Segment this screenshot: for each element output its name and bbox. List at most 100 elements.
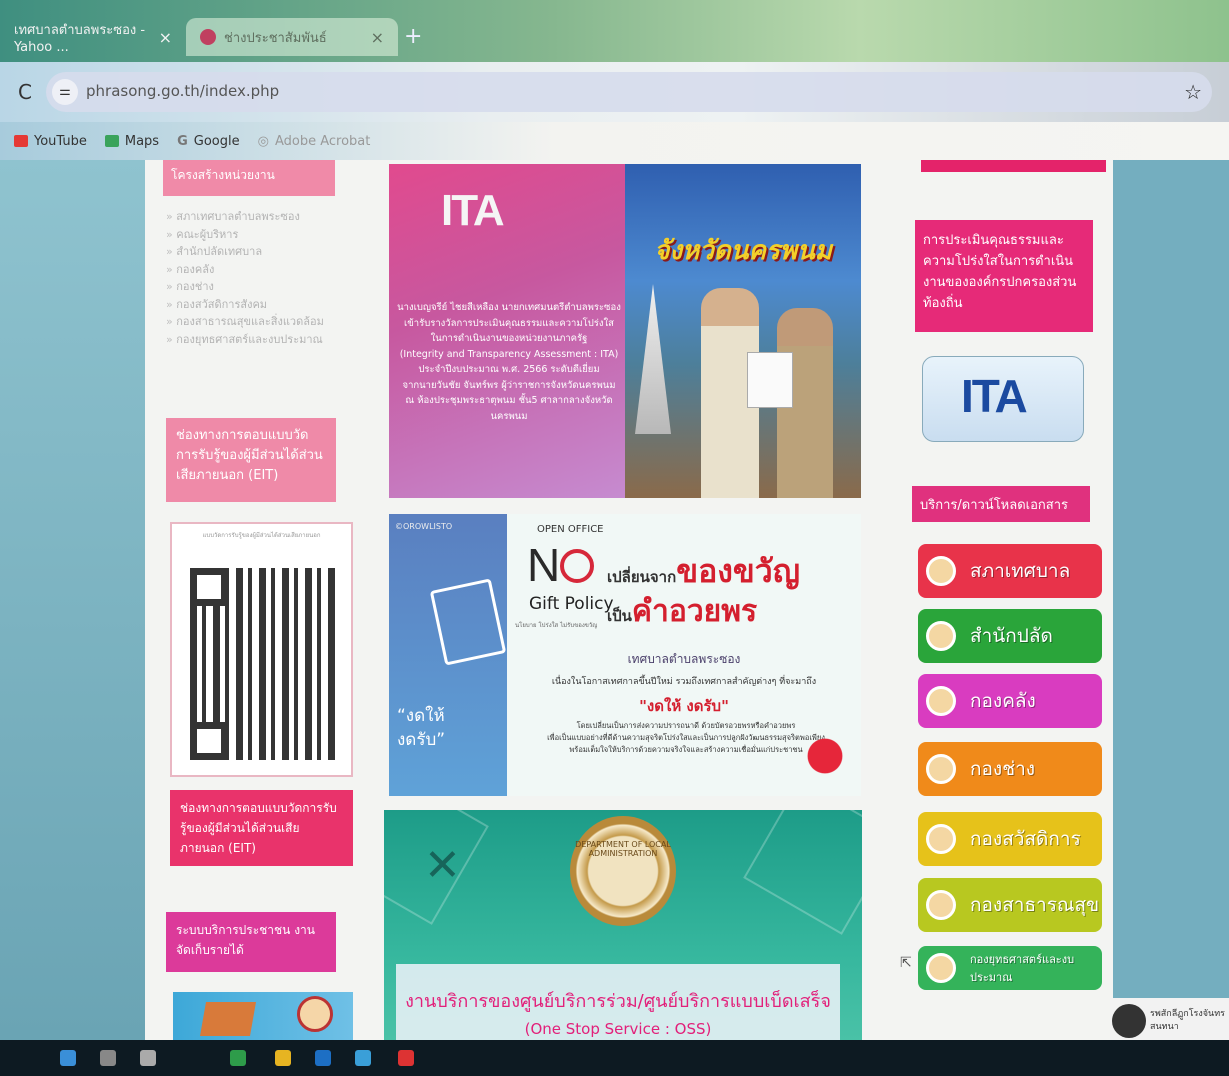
menu-item[interactable]: สำนักปลัดเทศบาล: [166, 243, 338, 261]
button-label: สภาเทศบาล: [970, 560, 1071, 582]
bookmark-google[interactable]: G Google: [177, 134, 240, 149]
council-button[interactable]: สภาเทศบาล: [918, 544, 1102, 598]
province-title: จังหวัดนครพนม: [654, 236, 832, 266]
ita-line: (Integrity and Transparency Assessment :…: [399, 348, 619, 360]
menu-item[interactable]: กองคลัง: [166, 261, 338, 279]
municipality-name: เทศบาลตำบลพระซอง: [627, 652, 741, 666]
no-gift-illustration: ©OROWLISTO “งดให้ งดรับ”: [389, 514, 507, 796]
taskbar-app-icon[interactable]: [355, 1050, 371, 1066]
certificate-image: [747, 352, 793, 408]
seal-icon: [926, 953, 956, 983]
emblem-text: DEPARTMENT OF LOCAL ADMINISTRATION: [575, 840, 671, 858]
ita-banner-text-panel: ITA นางเบญจรีย์ ไชยสีเหลือง นายกเทศมนตรี…: [389, 164, 625, 498]
menu-item[interactable]: กองยุทธศาสตร์และงบประมาณ: [166, 331, 338, 349]
reload-icon[interactable]: C: [18, 80, 32, 104]
quote-line: งดรับ”: [397, 730, 446, 750]
municipal-seal-icon: [297, 996, 333, 1032]
slogan-text: "งดให้ งดรับ": [639, 697, 729, 715]
close-tab-icon[interactable]: ×: [371, 28, 384, 47]
tools-icon: ✕: [424, 840, 461, 891]
ethics-assessment-box[interactable]: การประเมินคุณธรรมและความโปร่งใสในการดำเน…: [915, 220, 1093, 332]
bookmark-label: Google: [193, 133, 240, 149]
taskbar-app-icon[interactable]: [275, 1050, 291, 1066]
tab-yahoo[interactable]: เทศบาลตำบลพระซอง - Yahoo ... ×: [0, 18, 186, 56]
qr-code-image[interactable]: [190, 568, 340, 760]
menu-item[interactable]: กองสาธารณสุขและสิ่งแวดล้อม: [166, 313, 338, 331]
gift-policy-sub: นโยบาย โปร่งใส ไม่รับของขวัญ: [515, 622, 598, 629]
bookmark-youtube[interactable]: YouTube: [14, 134, 87, 149]
ita-award-banner[interactable]: ITA นางเบญจรีย์ ไชยสีเหลือง นายกเทศมนตรี…: [389, 164, 861, 498]
taskbar-app-icon[interactable]: [315, 1050, 331, 1066]
bookmark-star-icon[interactable]: ☆: [1184, 80, 1202, 104]
seal-icon: [926, 824, 956, 854]
ita-line: นางเบญจรีย์ ไชยสีเหลือง นายกเทศมนตรีตำบล…: [397, 302, 621, 313]
occasion-text: เนื่องในโอกาสเทศกาลขึ้นปีใหม่ รวมถึงเทศก…: [551, 677, 817, 687]
button-label: กองสาธารณสุข: [970, 894, 1100, 916]
menu-item[interactable]: กองช่าง: [166, 278, 338, 296]
download-heading: บริการ/ดาวน์โหลดเอกสาร: [912, 486, 1090, 522]
new-tab-button[interactable]: +: [404, 24, 422, 49]
site-info-icon[interactable]: ⚌: [52, 79, 78, 105]
image-credit: ©OROWLISTO: [395, 522, 453, 531]
eit-link-box-2[interactable]: ช่องทางการตอบแบบวัดการรับรู้ของผู้มีส่วน…: [170, 790, 353, 866]
close-tab-icon[interactable]: ×: [159, 28, 172, 47]
ita-line: ณ ห้องประชุมพระธาตุพนม ชั้น5 ศาลากลางจัง…: [405, 395, 613, 422]
no-gift-text-panel: OPEN OFFICE N Gift Policy นโยบาย โปร่งใส…: [507, 514, 861, 796]
taskbar-app-icon[interactable]: [60, 1050, 76, 1066]
engineering-button[interactable]: กองช่าง: [918, 742, 1102, 796]
taskbar-app-icon[interactable]: [140, 1050, 156, 1066]
oss-banner[interactable]: ✕ DEPARTMENT OF LOCAL ADMINISTRATION งาน…: [384, 810, 862, 1050]
hexagon-decoration: [743, 810, 862, 935]
seal-icon: [926, 754, 956, 784]
os-taskbar: [0, 1040, 1229, 1076]
structure-heading: โครงสร้างหน่วยงาน: [163, 160, 335, 196]
eit-qr-card[interactable]: แบบวัดการรับรู้ของผู้มีส่วนได้ส่วนเสียภา…: [170, 522, 353, 777]
seal-icon: [926, 621, 956, 651]
oss-text-panel: งานบริการของศูนย์บริการร่วม/ศูนย์บริการแ…: [396, 964, 840, 1050]
service-banner-image[interactable]: [173, 992, 353, 1040]
button-label: กองยุทธศาสตร์และงบประมาณ: [970, 953, 1075, 984]
bookmark-adobe[interactable]: ◎ Adobe Acrobat: [258, 134, 371, 149]
ita-link-button[interactable]: ITA: [922, 356, 1084, 442]
chat-line: รพสักลีฏูกโรงจันทร: [1150, 1009, 1225, 1019]
bookmark-maps[interactable]: Maps: [104, 134, 159, 149]
welfare-button[interactable]: กองสวัสดิการ: [918, 812, 1102, 866]
strategy-button[interactable]: กองยุทธศาสตร์และงบประมาณ: [918, 946, 1102, 990]
eit-link-box[interactable]: ช่องทางการตอบแบบวัดการรับรู้ของผู้มีส่วน…: [166, 418, 336, 502]
menu-item[interactable]: สภาเทศบาลตำบลพระซอง: [166, 208, 338, 226]
temple-illustration: [635, 284, 671, 434]
no-gift-icon: [560, 549, 595, 583]
taskbar-app-icon[interactable]: [398, 1050, 414, 1066]
seal-icon: [926, 686, 956, 716]
tab-active-site[interactable]: ช่างประชาสัมพันธ์ ×: [186, 18, 398, 56]
ita-line: ประจำปีงบประมาณ พ.ศ. 2566 ระดับดีเยี่ยม: [418, 364, 600, 375]
finance-button[interactable]: กองคลัง: [918, 674, 1102, 728]
office-button[interactable]: สำนักปลัด: [918, 609, 1102, 663]
taskbar-app-icon[interactable]: [230, 1050, 246, 1066]
button-label: กองช่าง: [970, 758, 1036, 780]
no-logo: N: [527, 538, 595, 592]
address-bar[interactable]: ⚌ phrasong.go.th/index.php ☆: [46, 72, 1212, 112]
revenue-service-box[interactable]: ระบบบริการประชาชน งานจัดเก็บรายได้: [166, 912, 336, 972]
chat-avatar: [1112, 1004, 1146, 1038]
adobe-icon: ◎: [257, 133, 269, 149]
google-icon: G: [177, 133, 188, 149]
right-top-box[interactable]: [921, 160, 1106, 172]
health-button[interactable]: กองสาธารณสุข: [918, 878, 1102, 932]
change-to-line: เป็นคำอวยพร: [607, 588, 757, 635]
menu-item[interactable]: คณะผู้บริหาร: [166, 226, 338, 244]
menu-item[interactable]: กองสวัสดิการสังคม: [166, 296, 338, 314]
oss-title: งานบริการของศูนย์บริการร่วม/ศูนย์บริการแ…: [405, 991, 831, 1012]
page-background-right: [1113, 160, 1229, 1040]
ita-award-text: นางเบญจรีย์ ไชยสีเหลือง นายกเทศมนตรีตำบล…: [397, 300, 621, 424]
taskbar-app-icon[interactable]: [100, 1050, 116, 1066]
ita-award-photo: จังหวัดนครพนม: [625, 164, 861, 498]
tab-title: เทศบาลตำบลพระซอง - Yahoo ...: [14, 23, 146, 55]
ita-line: ในการดำเนินงานของหน่วยงานภาครัฐ: [430, 333, 588, 344]
chat-line: สนทนา: [1150, 1022, 1179, 1032]
ita-line: จากนายวันชัย จันทร์พร ผู้ว่าราชการจังหวั…: [402, 379, 616, 391]
button-label: สำนักปลัด: [970, 625, 1053, 647]
no-gift-policy-banner[interactable]: ©OROWLISTO “งดให้ งดรับ” OPEN OFFICE N G…: [389, 514, 861, 796]
tab-title: ช่างประชาสัมพันธ์: [224, 30, 327, 46]
url-text[interactable]: phrasong.go.th/index.php: [86, 82, 279, 100]
